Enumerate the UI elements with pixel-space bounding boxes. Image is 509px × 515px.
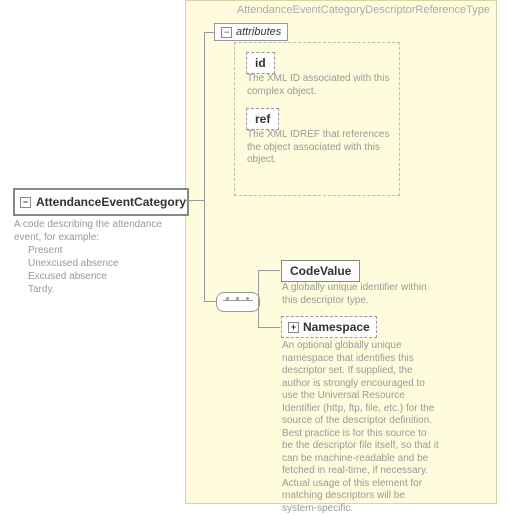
namespace-label: Namespace <box>303 320 370 334</box>
connector-line <box>258 327 280 328</box>
root-description: A code describing the attendance event, … <box>14 218 182 296</box>
element-codevalue[interactable]: CodeValue <box>281 260 360 282</box>
connector-line <box>258 270 259 327</box>
attr-ref-desc: The XML IDREF that references the object… <box>247 129 397 167</box>
connector-line <box>186 200 204 201</box>
root-element[interactable]: − AttendanceEventCategory <box>13 188 189 216</box>
sequence-icon <box>216 292 260 312</box>
collapse-icon[interactable]: − <box>20 197 31 208</box>
attr-ref[interactable]: ref <box>246 108 279 130</box>
attr-id[interactable]: id <box>246 52 275 74</box>
namespace-desc: An optional globally unique namespace th… <box>282 340 440 515</box>
collapse-icon[interactable]: − <box>221 27 232 38</box>
element-namespace[interactable]: + Namespace <box>281 316 377 338</box>
expand-icon[interactable]: + <box>288 322 299 333</box>
connector-line <box>204 301 216 302</box>
connector-line <box>204 32 214 33</box>
panel-title: AttendanceEventCategoryDescriptorReferen… <box>237 4 490 16</box>
connector-line <box>258 270 280 271</box>
codevalue-desc: A globally unique identifier within this… <box>282 282 442 307</box>
diagram-canvas: AttendanceEventCategoryDescriptorReferen… <box>0 0 509 502</box>
root-element-label: AttendanceEventCategory <box>36 195 186 209</box>
attributes-header[interactable]: − attributes <box>214 23 288 41</box>
connector-line <box>204 32 205 302</box>
attributes-label: attributes <box>236 26 281 38</box>
attr-id-desc: The XML ID associated with this complex … <box>247 73 397 98</box>
